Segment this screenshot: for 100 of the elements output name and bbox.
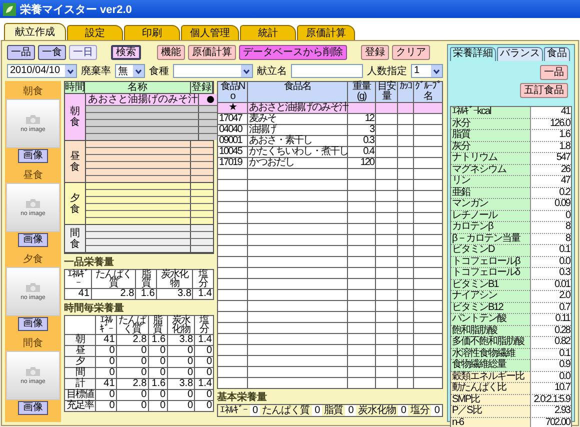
nutrient-value: 8 xyxy=(530,222,571,234)
table-cell: 0 xyxy=(116,356,148,368)
table-cell: 0 xyxy=(167,390,195,400)
people-label: 人数指定 xyxy=(367,64,407,78)
nutrient-name: ナイアシン xyxy=(451,291,530,302)
nutrient-value: 26 xyxy=(530,164,571,176)
column-header: 脂質 xyxy=(136,270,156,288)
column-header: ｶｯｺ xyxy=(398,82,414,102)
table-cell: 0 xyxy=(148,368,168,378)
nutrient-value: 41 xyxy=(530,107,571,118)
nutrient-value: 0 xyxy=(347,405,355,416)
nutrient-value: 1.8 xyxy=(530,142,571,153)
toolbar-button[interactable]: 一食 xyxy=(38,44,66,60)
nutrient-name: 水溶性食物繊維 xyxy=(451,348,530,360)
nutrient-name: 穀類エネルギー比 xyxy=(451,372,530,383)
nutrient-name: リン xyxy=(451,176,530,188)
panel-button[interactable]: 五訂食品 xyxy=(520,83,568,98)
table-cell: 1.4 xyxy=(194,378,214,390)
table-cell: 0 xyxy=(148,346,168,356)
column-header: 炭水化物 xyxy=(156,270,193,288)
column-header: 名称 xyxy=(85,82,191,93)
row-header: 目標値 xyxy=(64,390,96,400)
meal-label: 昼食 xyxy=(23,169,43,182)
tab[interactable]: 統計 xyxy=(240,25,296,40)
row-header: 計 xyxy=(64,378,96,390)
table-cell: 17047 xyxy=(218,114,248,124)
nutrient-value: 0.1 xyxy=(530,348,571,360)
nutrient-name: 食物繊維総量 xyxy=(451,360,530,372)
nutrient-name: マンガン xyxy=(451,199,530,210)
tab[interactable]: 個人管理 xyxy=(181,25,239,40)
table-cell: 1.6 xyxy=(136,288,156,300)
nutrient-value: 0.7 xyxy=(530,302,571,314)
table-cell: 0 xyxy=(194,368,214,378)
image-button[interactable]: 画像 xyxy=(18,233,48,247)
column-header: 食品No xyxy=(218,82,248,102)
table-cell: 3.8 xyxy=(167,378,195,390)
nutrient-label: ｴﾈﾙｷﾞｰ xyxy=(218,405,250,416)
nutrient-name: トコフェロールδ xyxy=(451,268,530,280)
nutrient-value: 0 xyxy=(252,405,260,416)
placeholder-icon xyxy=(25,282,41,293)
waste-rate-dropdown[interactable]: 無 xyxy=(115,64,145,78)
toolbar-button[interactable]: クリア xyxy=(392,44,430,60)
table-cell: かつおだし xyxy=(248,158,348,168)
tab[interactable]: 設定 xyxy=(67,25,123,40)
tab[interactable]: 印刷 xyxy=(124,25,180,40)
toolbar-button[interactable]: 一品 xyxy=(7,44,35,60)
nutrient-value: 47 xyxy=(530,176,571,188)
toolbar-button[interactable]: 機能 xyxy=(157,44,185,60)
window-title: 栄養マイスター ver2.0 xyxy=(20,2,132,16)
tab[interactable]: バランス xyxy=(497,47,543,61)
placeholder-icon xyxy=(25,198,41,209)
section-title: 時間毎栄養量 xyxy=(64,303,125,315)
nutrient-name: トコフェロールβ xyxy=(451,256,530,268)
tab[interactable]: 食品 xyxy=(544,47,570,61)
nutrient-value: 0 xyxy=(530,210,571,222)
nutrient-name: マグネシウム xyxy=(451,164,530,176)
image-button[interactable]: 画像 xyxy=(18,149,48,163)
nutrient-value: 0.1 xyxy=(530,245,571,256)
nutrient-value: 0 xyxy=(400,405,408,416)
tab[interactable]: 栄養詳細 xyxy=(450,47,496,61)
tab[interactable]: 原価計算 xyxy=(297,25,355,40)
nutrient-name: 多価不飽和脂肪酸 xyxy=(451,337,530,348)
toolbar-button[interactable]: 登録 xyxy=(361,44,389,60)
column-header: ｴﾈﾙｷﾞｰ xyxy=(64,270,92,288)
column-header: たんぱく質 xyxy=(91,270,136,288)
toolbar-button[interactable]: 原価計算 xyxy=(188,44,236,60)
table-cell: 0 xyxy=(148,400,168,412)
table-cell: 0 xyxy=(116,390,148,400)
column-header: 脂質 xyxy=(148,316,168,334)
app-icon xyxy=(3,2,16,16)
image-button[interactable]: 画像 xyxy=(18,317,48,331)
diet-type-dropdown[interactable] xyxy=(173,64,253,78)
table-cell: 0 xyxy=(96,368,116,378)
nutrient-name: SMP比 xyxy=(451,394,530,406)
menu-name-field[interactable] xyxy=(291,64,363,78)
table-cell: 3.8 xyxy=(156,288,193,300)
waste-rate-label: 廃棄率 xyxy=(81,64,111,78)
nutrient-name: ビタミンD xyxy=(451,245,530,256)
date-dropdown[interactable]: 2010/04/10 xyxy=(7,64,77,78)
table-cell: 0 xyxy=(116,368,148,378)
row-header: 間 xyxy=(64,368,96,378)
panel-button[interactable]: 一品 xyxy=(540,65,568,80)
nutrient-name: ビタミンB1 xyxy=(451,280,530,291)
table-cell: 0 xyxy=(194,400,214,412)
toolbar-button[interactable]: データベースから削除 xyxy=(239,44,347,60)
nutrient-value: 0.0 xyxy=(530,256,571,268)
table-cell: 0 xyxy=(167,346,195,356)
nutrient-value: 1.6 xyxy=(530,130,571,142)
table-cell: 0 xyxy=(148,390,168,400)
tab[interactable]: 献立作成 xyxy=(4,23,66,40)
nutrient-value: 0.9 xyxy=(530,360,571,372)
nutrient-value: 547 xyxy=(530,153,571,164)
people-dropdown[interactable]: 1 xyxy=(411,64,443,78)
table-cell: 0 xyxy=(116,346,148,356)
table-cell: 1.4 xyxy=(194,334,214,346)
image-button[interactable]: 画像 xyxy=(18,401,48,415)
table-cell: 120 xyxy=(348,158,376,168)
toolbar-button[interactable]: 検索 xyxy=(111,44,141,60)
toolbar-button[interactable]: 一日 xyxy=(69,44,97,60)
nutrient-name: 水分 xyxy=(451,118,530,130)
